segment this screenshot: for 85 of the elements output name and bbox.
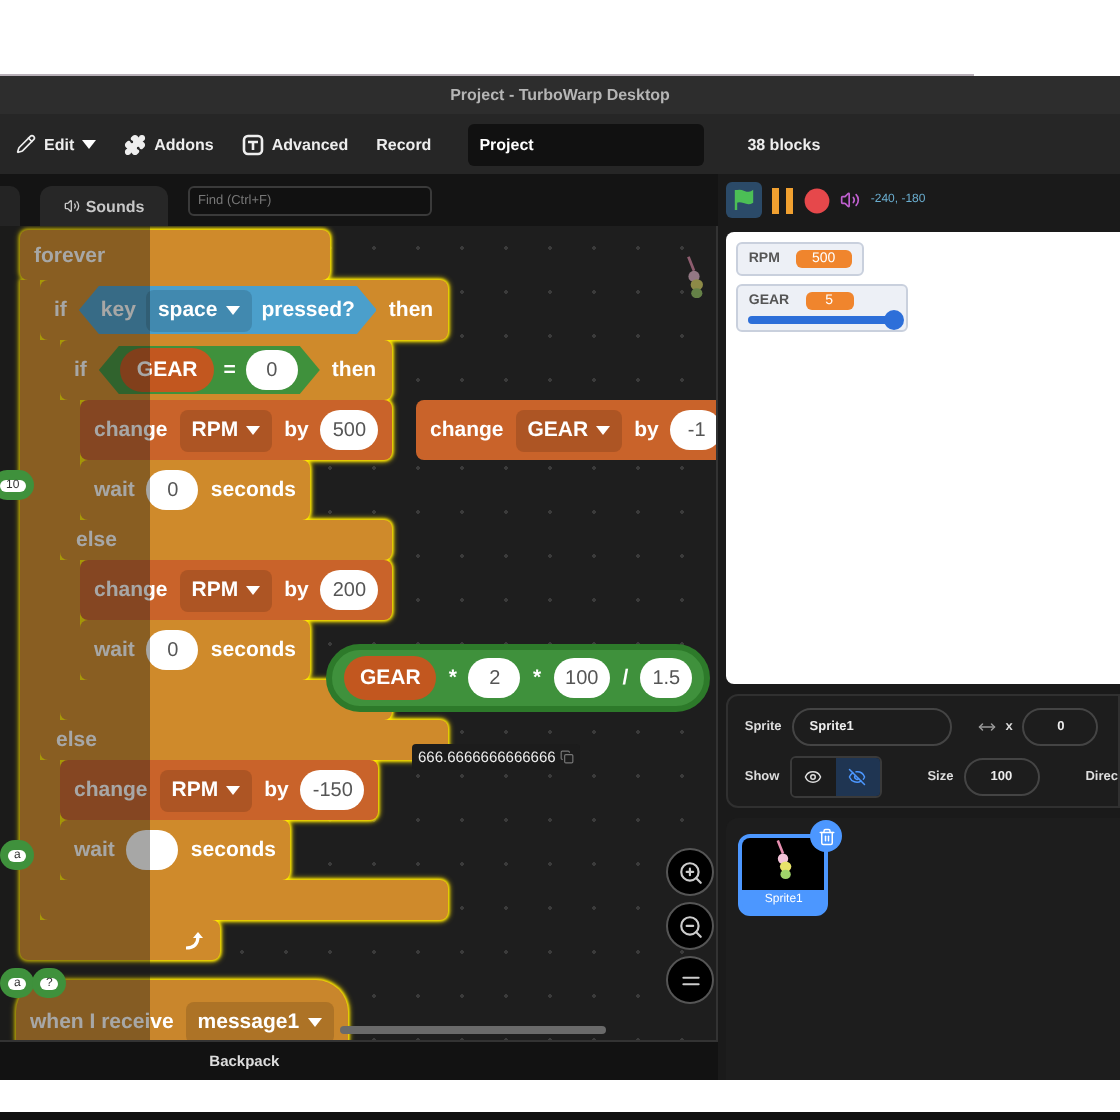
- pencil-icon: [16, 134, 36, 154]
- dropdown-field[interactable]: RPM: [179, 569, 273, 611]
- block-label: key: [100, 298, 136, 322]
- number-input[interactable]: -150: [300, 770, 365, 810]
- puzzle-icon: [124, 133, 147, 155]
- reset-zoom-button[interactable]: [666, 956, 714, 1004]
- block-label: when I receive: [30, 1010, 174, 1034]
- speaker-icon: [63, 198, 80, 214]
- block-label: /: [622, 666, 629, 690]
- zoom-in-icon: [677, 859, 703, 885]
- scrollbar[interactable]: [340, 1026, 606, 1034]
- copy-icon: [559, 750, 574, 764]
- trash-icon: [817, 827, 836, 845]
- dropdown-field[interactable]: space: [145, 289, 252, 331]
- caret-icon: [596, 425, 611, 435]
- menu-item[interactable]: Addons: [124, 133, 214, 155]
- block-label: by: [284, 418, 309, 442]
- eye-off-icon: [848, 768, 867, 786]
- block-label: if: [74, 358, 87, 382]
- zoom-out-button[interactable]: [666, 902, 714, 950]
- caret-icon: [82, 139, 97, 149]
- block-label: wait: [74, 838, 115, 862]
- block-label: change: [74, 778, 148, 802]
- block-label: by: [284, 578, 309, 602]
- block-label: wait: [94, 638, 135, 662]
- block-label: then: [388, 298, 434, 322]
- block-label: pressed?: [261, 298, 355, 322]
- number-input[interactable]: 0: [146, 470, 199, 510]
- block-label: else: [56, 728, 97, 752]
- variable-reporter: GEAR: [344, 656, 437, 700]
- block-label: seconds: [210, 638, 297, 662]
- block-label: if: [54, 298, 67, 322]
- project-title-field[interactable]: Project: [467, 123, 704, 165]
- block-count: 38 blocks: [747, 135, 821, 153]
- block-label: change: [94, 578, 168, 602]
- number-input[interactable]: 100: [553, 658, 611, 698]
- block-label: wait: [94, 478, 135, 502]
- number-input[interactable]: 0: [245, 350, 298, 390]
- zoom-in-button[interactable]: [666, 848, 714, 896]
- caret-icon: [226, 785, 241, 795]
- block-label: *: [532, 666, 542, 690]
- number-input[interactable]: 200: [320, 570, 379, 610]
- zoom-out-icon: [677, 913, 703, 939]
- speaker-icon[interactable]: [840, 190, 861, 210]
- dropdown-field[interactable]: RPM: [159, 769, 253, 811]
- block-label: by: [634, 418, 659, 442]
- caret-icon: [225, 305, 240, 315]
- variable-reporter: GEAR: [120, 348, 214, 392]
- menu-item[interactable]: Edit: [16, 134, 97, 154]
- hide-button[interactable]: [835, 758, 880, 796]
- caret-icon: [307, 1017, 322, 1027]
- block-label: forever: [34, 243, 106, 267]
- block-label: then: [331, 358, 377, 382]
- number-input[interactable]: 2: [468, 658, 521, 698]
- block-label: by: [264, 778, 289, 802]
- sounds-tab[interactable]: Sounds: [40, 186, 168, 226]
- block-label: seconds: [190, 838, 277, 862]
- dropdown-field[interactable]: RPM: [179, 409, 273, 451]
- block-label: change: [430, 418, 504, 442]
- caret-icon: [246, 425, 261, 435]
- block-label: *: [448, 666, 457, 690]
- loop-arrow-icon: [182, 929, 204, 951]
- pause-icon[interactable]: [772, 187, 795, 213]
- dropdown-field[interactable]: GEAR: [515, 409, 623, 451]
- block-label: seconds: [210, 478, 297, 502]
- menu-item[interactable]: Record: [376, 135, 432, 153]
- flag-icon: [732, 188, 757, 212]
- horizontal-arrows-icon: [977, 718, 996, 736]
- block-label: change: [94, 418, 168, 442]
- block-label: else: [76, 528, 117, 552]
- caret-icon: [246, 585, 261, 595]
- dropdown-field[interactable]: message1: [185, 1001, 334, 1040]
- stop-icon[interactable]: [804, 187, 831, 213]
- badge-icon: [241, 133, 264, 155]
- eye-icon: [804, 768, 823, 786]
- menu-item[interactable]: Advanced: [241, 133, 349, 155]
- delete-button[interactable]: [810, 820, 843, 852]
- number-input[interactable]: -1: [670, 410, 717, 450]
- flag-button[interactable]: [726, 182, 763, 218]
- number-input[interactable]: [126, 830, 179, 870]
- number-input[interactable]: 1.5: [640, 658, 693, 698]
- block-label: =: [223, 358, 236, 382]
- window-title: Project - TurboWarp Desktop: [450, 86, 670, 104]
- number-input[interactable]: 0: [146, 630, 199, 670]
- number-input[interactable]: 500: [320, 410, 379, 450]
